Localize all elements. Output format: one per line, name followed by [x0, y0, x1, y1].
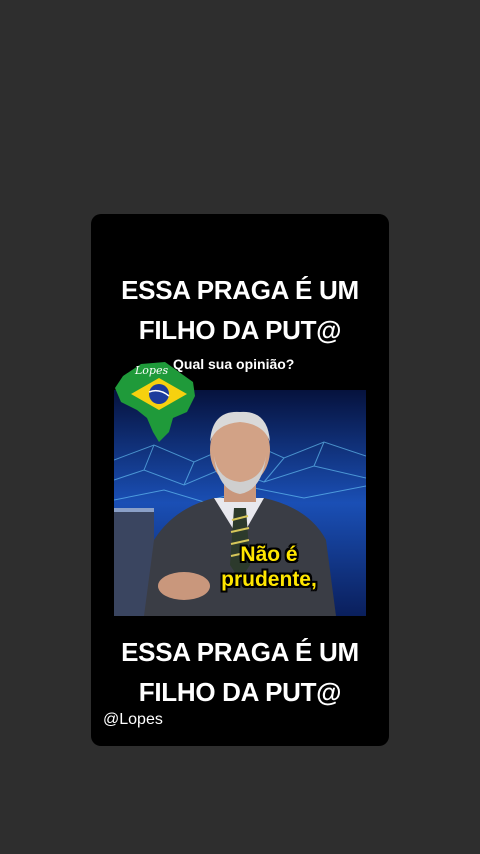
brazil-flag-map-icon: Lopes: [115, 362, 195, 442]
caption-line-1: Não é: [240, 543, 298, 566]
story-card: ESSA PRAGA É UM FILHO DA PUT@ Não é prud…: [91, 214, 389, 746]
caption-line-2: prudente,: [221, 568, 317, 591]
svg-text:Lopes: Lopes: [134, 364, 168, 377]
headline-top-line-1: ESSA PRAGA É UM: [121, 275, 359, 305]
headline-top-line-2: FILHO DA PUT@: [138, 315, 342, 345]
headline-bottom: ESSA PRAGA É UM FILHO DA PUT@: [91, 632, 389, 712]
video-caption: Não é prudente,: [184, 542, 354, 592]
author-handle[interactable]: @Lopes: [103, 711, 163, 729]
headline-bottom-line-2: FILHO DA PUT@: [138, 677, 342, 707]
brazil-map-logo: Lopes: [113, 356, 197, 444]
headline-bottom-line-1: ESSA PRAGA É UM: [121, 637, 359, 667]
headline-top: ESSA PRAGA É UM FILHO DA PUT@: [91, 270, 389, 350]
